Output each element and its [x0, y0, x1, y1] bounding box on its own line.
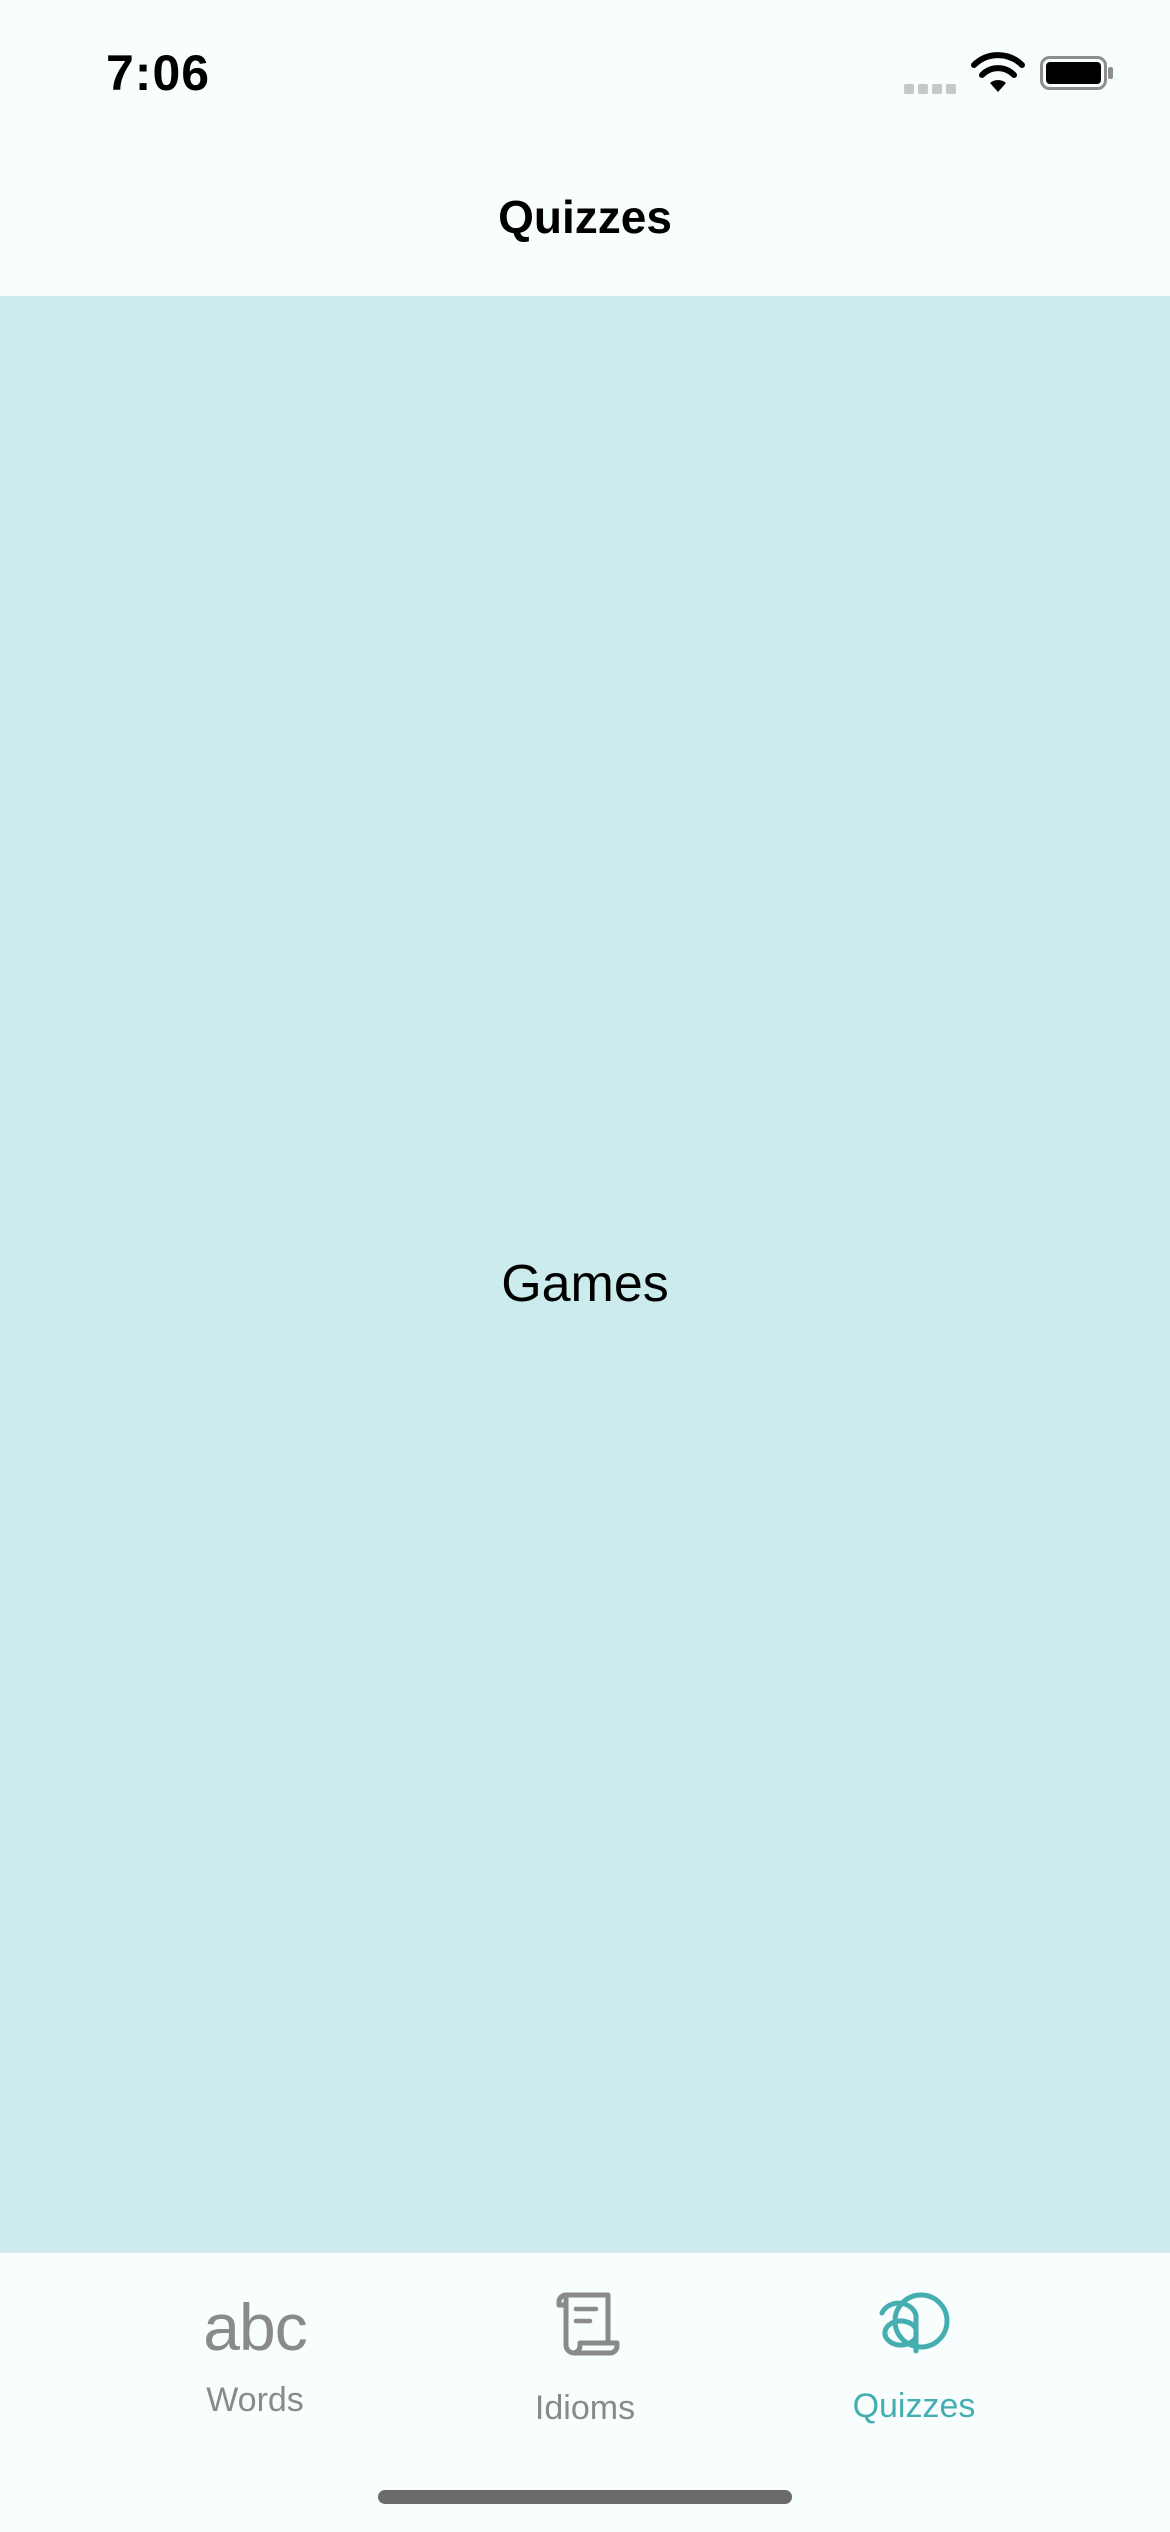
navigation-bar: Quizzes — [0, 150, 1170, 296]
wifi-icon — [971, 52, 1025, 92]
tab-idioms[interactable]: Idioms — [435, 2253, 735, 2453]
content-area: Games — [0, 296, 1170, 2252]
tab-idioms-label: Idioms — [534, 2389, 636, 2427]
battery-icon — [1040, 56, 1113, 90]
scroll-icon — [556, 2292, 620, 2356]
abc-icon: abc — [203, 2290, 307, 2364]
tab-words-label: Words — [206, 2381, 304, 2419]
screen: 7:06 Quizzes Games abc Words Idioms Quiz… — [0, 0, 1170, 2532]
status-time: 7:06 — [106, 45, 211, 101]
cellular-signal-icon — [904, 80, 960, 94]
tab-words[interactable]: abc Words — [105, 2253, 405, 2453]
tab-quizzes-label: Quizzes — [852, 2387, 976, 2425]
status-bar: 7:06 — [0, 0, 1170, 150]
page-title: Quizzes — [498, 191, 672, 243]
quiz-a-icon — [879, 2292, 950, 2354]
home-indicator[interactable] — [378, 2490, 792, 2504]
games-label: Games — [501, 1255, 669, 1313]
tab-quizzes[interactable]: Quizzes — [764, 2253, 1064, 2453]
